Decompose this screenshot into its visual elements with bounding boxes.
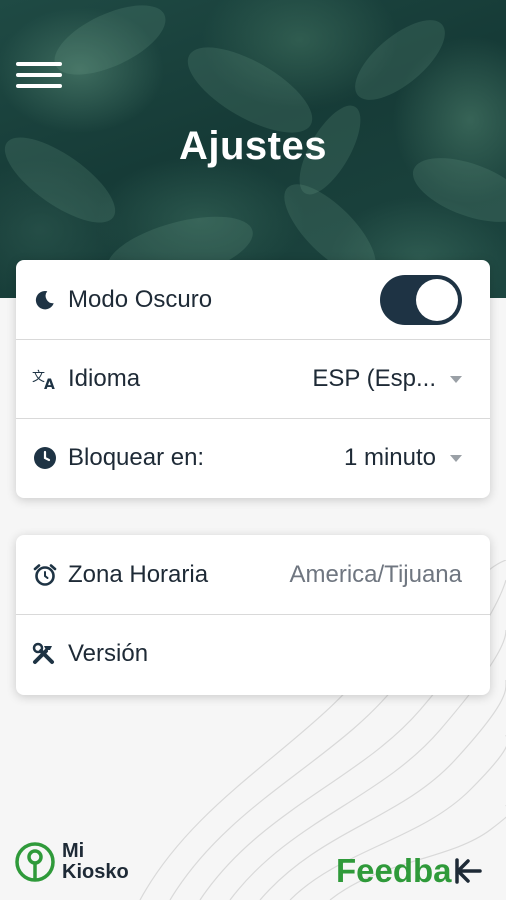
arrow-left-icon (454, 858, 482, 884)
hamburger-menu-icon[interactable] (16, 62, 62, 92)
svg-text:A: A (44, 377, 55, 390)
dark-mode-label: Modo Oscuro (68, 285, 213, 313)
lock-select-value[interactable]: 1 minuto (344, 444, 436, 472)
moon-icon (32, 287, 58, 313)
language-select-value[interactable]: ESP (Esp... (312, 365, 436, 393)
version-row: Versión (16, 614, 490, 693)
tools-icon (32, 641, 58, 667)
logo-line-1: Mi (62, 840, 85, 862)
timezone-row: Zona Horaria America/Tijuana (16, 535, 490, 614)
timezone-label: Zona Horaria (68, 560, 209, 588)
lock-row[interactable]: Bloquear en: 1 minuto (16, 418, 490, 497)
clock-icon (32, 445, 58, 471)
alarm-clock-icon (32, 562, 58, 588)
page-title: Ajustes (179, 124, 327, 168)
dark-mode-row: Modo Oscuro (16, 260, 490, 339)
feedback-button[interactable]: Feedba (336, 852, 484, 890)
mi-kiosko-logo: Mi Kiosko (14, 840, 129, 884)
header-background: Ajustes (0, 0, 506, 298)
chevron-down-icon[interactable] (450, 375, 462, 383)
timezone-value: America/Tijuana (289, 560, 462, 588)
version-label: Versión (68, 640, 149, 667)
translate-icon: 文 A (32, 366, 58, 392)
logo-text: Mi Kiosko (62, 841, 129, 883)
toggle-knob (416, 278, 458, 321)
dark-mode-toggle[interactable] (380, 274, 462, 325)
chevron-down-icon[interactable] (450, 454, 462, 462)
lock-label: Bloquear en: (68, 444, 205, 471)
logo-line-2: Kiosko (62, 861, 129, 883)
language-label: Idioma (68, 365, 141, 392)
info-card: Zona Horaria America/Tijuana Versión (16, 535, 490, 695)
feedback-label: Feedba (336, 852, 452, 889)
kiosko-logo-icon (15, 842, 55, 882)
settings-card: Modo Oscuro 文 A Idioma ESP (Esp... Bloqu… (16, 260, 490, 498)
language-row[interactable]: 文 A Idioma ESP (Esp... (16, 339, 490, 418)
